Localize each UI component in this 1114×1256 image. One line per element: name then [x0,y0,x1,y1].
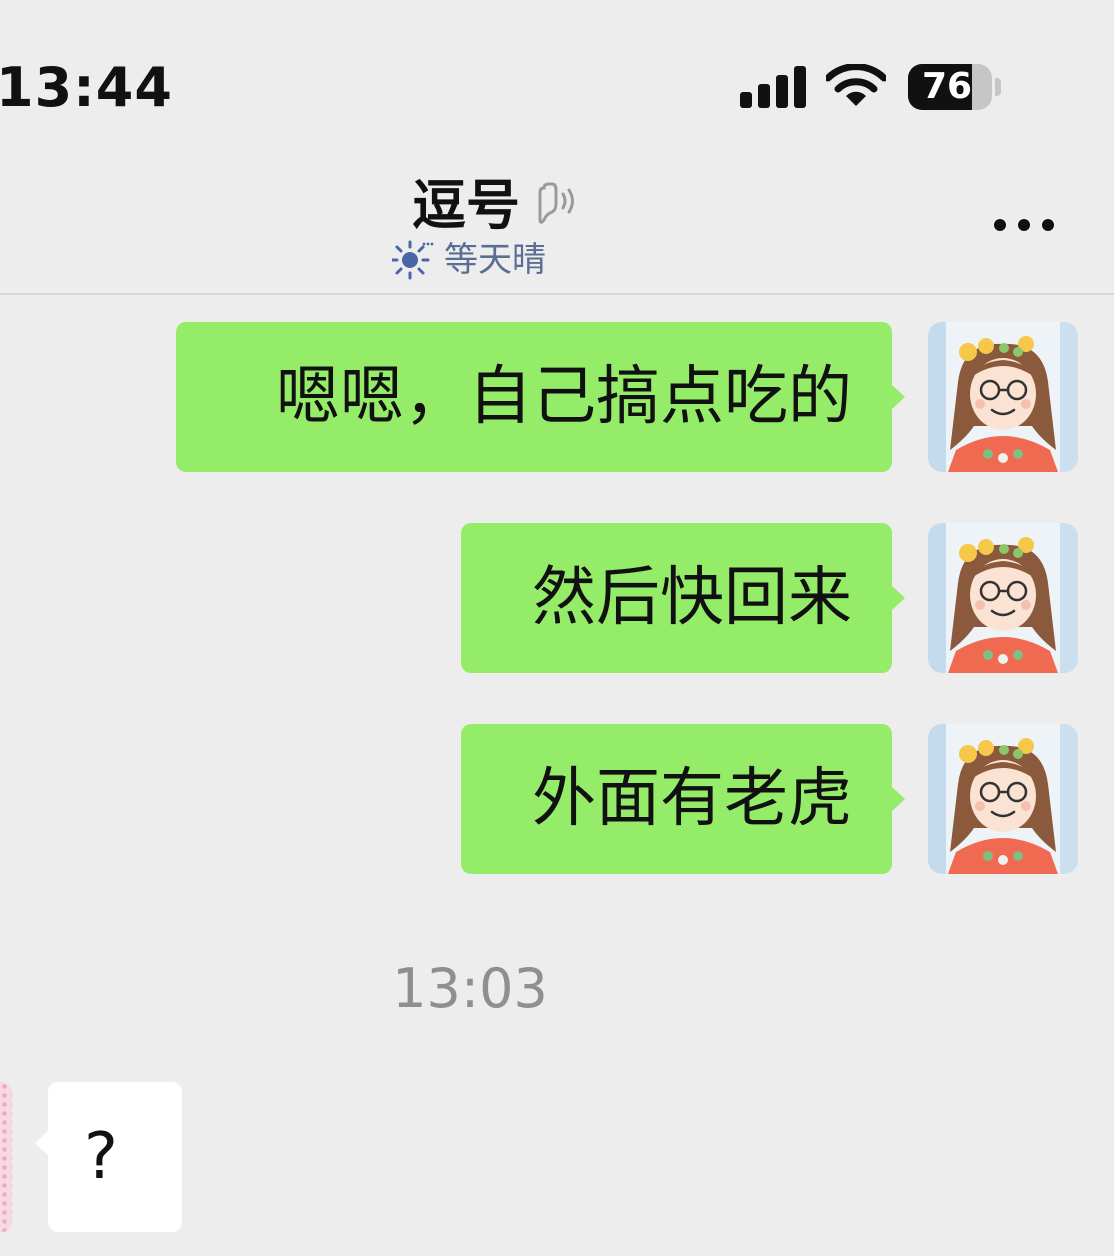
avatar-illustration [928,523,1078,673]
outgoing-message-bubble[interactable]: 外面有老虎 [461,724,905,874]
battery-cap [995,78,1001,96]
contact-name[interactable]: 逗号 [412,176,520,236]
battery-icon: 76 [908,64,992,110]
chat-header: 逗号 等天晴 [0,130,1114,295]
battery-level-text: 76 [921,66,973,107]
message-text: 然后快回来 [532,561,852,635]
cellular-signal-icon [740,66,806,108]
my-avatar[interactable] [928,523,1078,673]
my-avatar[interactable] [928,322,1078,472]
outgoing-message-bubble[interactable]: 嗯嗯，自己搞点吃的 [176,322,905,472]
sun-icon [392,240,434,280]
status-bar: 13:44 76 [0,0,1114,130]
avatar-illustration [928,724,1078,874]
more-icon[interactable] [986,210,1062,240]
incoming-message-bubble[interactable]: ? [35,1082,182,1232]
my-avatar[interactable] [928,724,1078,874]
voice-icon[interactable] [536,180,582,226]
message-text: ? [84,1120,118,1194]
wifi-icon [826,64,886,106]
status-time: 13:44 [0,56,173,119]
avatar-illustration [928,322,1078,472]
message-text: 嗯嗯，自己搞点吃的 [276,360,852,434]
contact-status-text: 等天晴 [444,240,546,280]
message-text: 外面有老虎 [532,762,852,836]
message-time-divider: 13:03 [392,957,548,1020]
outgoing-message-bubble[interactable]: 然后快回来 [461,523,905,673]
contact-avatar[interactable] [0,1082,12,1232]
